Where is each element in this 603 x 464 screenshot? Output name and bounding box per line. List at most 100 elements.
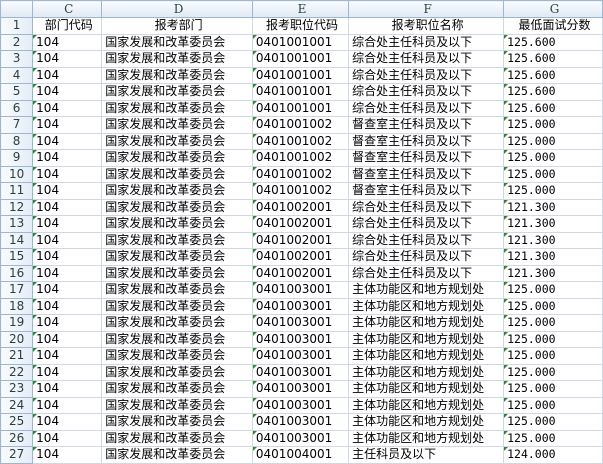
cell[interactable]: 0401002001 — [251, 248, 350, 266]
row-header[interactable]: 19 — [0, 314, 34, 332]
cell[interactable]: 综合处主任科员及以下 — [348, 83, 505, 101]
cell[interactable]: 国家发展和改革委员会 — [101, 429, 253, 447]
cell[interactable]: 督查室主任科员及以下 — [348, 116, 505, 134]
cell[interactable]: 国家发展和改革委员会 — [101, 446, 253, 464]
cell[interactable]: 国家发展和改革委员会 — [101, 330, 253, 348]
cell[interactable]: 125.000 — [503, 165, 603, 183]
cell[interactable]: 0401003001 — [251, 330, 350, 348]
column-header-g[interactable]: G — [503, 0, 603, 18]
column-header-d[interactable]: D — [101, 0, 253, 18]
cell[interactable]: 104 — [32, 231, 103, 249]
header-cell[interactable]: 最低面试分数 — [503, 17, 603, 35]
cell[interactable]: 104 — [32, 132, 103, 150]
cell[interactable]: 0401003001 — [251, 314, 350, 332]
cell[interactable]: 督查室主任科员及以下 — [348, 165, 505, 183]
cell[interactable]: 125.000 — [503, 297, 603, 315]
cell[interactable]: 主体功能区和地方规划处 — [348, 314, 505, 332]
header-cell[interactable]: 部门代码 — [32, 17, 103, 35]
cell[interactable]: 124.000 — [503, 446, 603, 464]
cell[interactable]: 125.000 — [503, 132, 603, 150]
select-all-corner[interactable] — [0, 0, 34, 18]
cell[interactable]: 125.000 — [503, 363, 603, 381]
spreadsheet-grid[interactable]: C D E F G 1 部门代码 报考部门 报考职位代码 报考职位名称 最低面试… — [0, 0, 603, 464]
cell[interactable]: 104 — [32, 50, 103, 68]
cell[interactable]: 主体功能区和地方规划处 — [348, 330, 505, 348]
cell[interactable]: 125.000 — [503, 314, 603, 332]
cell[interactable]: 国家发展和改革委员会 — [101, 264, 253, 282]
cell[interactable]: 综合处主任科员及以下 — [348, 66, 505, 84]
row-header[interactable]: 10 — [0, 165, 34, 183]
cell[interactable]: 0401001002 — [251, 182, 350, 200]
row-header[interactable]: 22 — [0, 363, 34, 381]
cell[interactable]: 104 — [32, 330, 103, 348]
cell[interactable]: 国家发展和改革委员会 — [101, 33, 253, 51]
cell[interactable]: 督查室主任科员及以下 — [348, 182, 505, 200]
cell[interactable]: 主体功能区和地方规划处 — [348, 347, 505, 365]
cell[interactable]: 125.000 — [503, 149, 603, 167]
cell[interactable]: 综合处主任科员及以下 — [348, 99, 505, 117]
cell[interactable]: 国家发展和改革委员会 — [101, 182, 253, 200]
cell[interactable]: 125.000 — [503, 281, 603, 299]
row-header[interactable]: 23 — [0, 380, 34, 398]
row-header[interactable]: 8 — [0, 132, 34, 150]
cell[interactable]: 国家发展和改革委员会 — [101, 396, 253, 414]
cell[interactable]: 0401002001 — [251, 264, 350, 282]
cell[interactable]: 125.600 — [503, 99, 603, 117]
row-header[interactable]: 20 — [0, 330, 34, 348]
cell[interactable]: 国家发展和改革委员会 — [101, 380, 253, 398]
cell[interactable]: 121.300 — [503, 215, 603, 233]
cell[interactable]: 0401003001 — [251, 347, 350, 365]
row-header[interactable]: 4 — [0, 66, 34, 84]
cell[interactable]: 0401003001 — [251, 297, 350, 315]
cell[interactable]: 0401001001 — [251, 66, 350, 84]
cell[interactable]: 0401002001 — [251, 215, 350, 233]
cell[interactable]: 104 — [32, 116, 103, 134]
row-header[interactable]: 15 — [0, 248, 34, 266]
cell[interactable]: 国家发展和改革委员会 — [101, 149, 253, 167]
cell[interactable]: 125.600 — [503, 33, 603, 51]
cell[interactable]: 督查室主任科员及以下 — [348, 149, 505, 167]
cell[interactable]: 0401003001 — [251, 380, 350, 398]
cell[interactable]: 104 — [32, 33, 103, 51]
row-header[interactable]: 26 — [0, 429, 34, 447]
cell[interactable]: 104 — [32, 363, 103, 381]
cell[interactable]: 0401003001 — [251, 429, 350, 447]
cell[interactable]: 综合处主任科员及以下 — [348, 33, 505, 51]
cell[interactable]: 0401003001 — [251, 413, 350, 431]
cell[interactable]: 125.600 — [503, 50, 603, 68]
cell[interactable]: 104 — [32, 396, 103, 414]
cell[interactable]: 0401003001 — [251, 281, 350, 299]
cell[interactable]: 121.300 — [503, 231, 603, 249]
cell[interactable]: 综合处主任科员及以下 — [348, 215, 505, 233]
row-header[interactable]: 13 — [0, 215, 34, 233]
cell[interactable]: 国家发展和改革委员会 — [101, 248, 253, 266]
cell[interactable]: 121.300 — [503, 198, 603, 216]
cell[interactable]: 主体功能区和地方规划处 — [348, 380, 505, 398]
cell[interactable]: 主体功能区和地方规划处 — [348, 396, 505, 414]
row-header[interactable]: 6 — [0, 99, 34, 117]
cell[interactable]: 0401003001 — [251, 363, 350, 381]
cell[interactable]: 0401001001 — [251, 83, 350, 101]
row-header[interactable]: 16 — [0, 264, 34, 282]
cell[interactable]: 104 — [32, 99, 103, 117]
cell[interactable]: 104 — [32, 380, 103, 398]
cell[interactable]: 主体功能区和地方规划处 — [348, 281, 505, 299]
cell[interactable]: 104 — [32, 347, 103, 365]
cell[interactable]: 125.000 — [503, 380, 603, 398]
cell[interactable]: 125.000 — [503, 429, 603, 447]
cell[interactable]: 121.300 — [503, 248, 603, 266]
cell[interactable]: 国家发展和改革委员会 — [101, 50, 253, 68]
header-cell[interactable]: 报考职位代码 — [251, 17, 350, 35]
cell[interactable]: 125.600 — [503, 66, 603, 84]
cell[interactable]: 国家发展和改革委员会 — [101, 66, 253, 84]
cell[interactable]: 125.000 — [503, 396, 603, 414]
row-header[interactable]: 25 — [0, 413, 34, 431]
row-header[interactable]: 14 — [0, 231, 34, 249]
row-header[interactable]: 21 — [0, 347, 34, 365]
cell[interactable]: 0401002001 — [251, 231, 350, 249]
cell[interactable]: 125.000 — [503, 330, 603, 348]
cell[interactable]: 104 — [32, 264, 103, 282]
row-header[interactable]: 24 — [0, 396, 34, 414]
row-header[interactable]: 3 — [0, 50, 34, 68]
header-cell[interactable]: 报考部门 — [101, 17, 253, 35]
